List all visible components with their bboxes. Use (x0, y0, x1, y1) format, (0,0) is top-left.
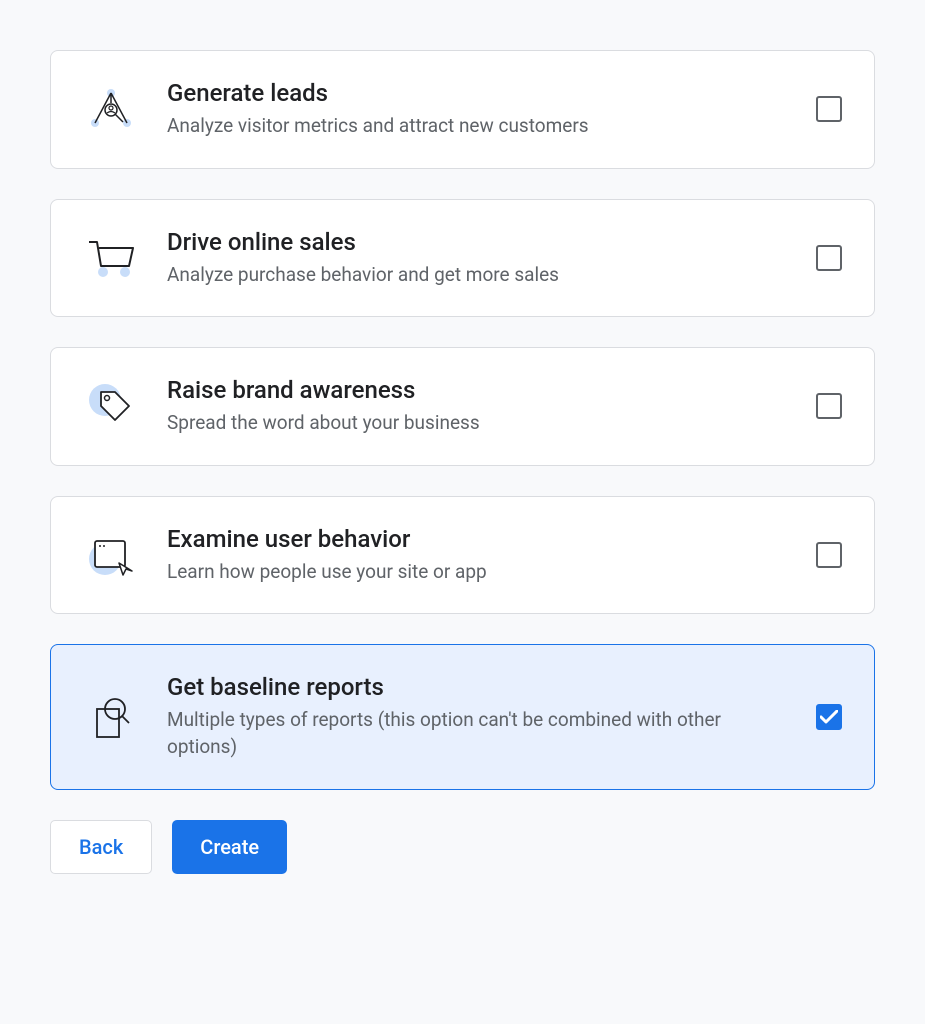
checkbox-get-baseline-reports[interactable] (816, 704, 842, 730)
option-card-drive-online-sales[interactable]: Drive online sales Analyze purchase beha… (50, 199, 875, 318)
card-title: Examine user behavior (167, 525, 788, 553)
card-title: Raise brand awareness (167, 376, 788, 404)
reports-icon (83, 689, 139, 745)
card-description: Analyze purchase behavior and get more s… (167, 262, 788, 289)
option-card-get-baseline-reports[interactable]: Get baseline reports Multiple types of r… (50, 644, 875, 789)
checkbox-examine-user-behavior[interactable] (816, 542, 842, 568)
card-content: Generate leads Analyze visitor metrics a… (167, 79, 788, 140)
option-card-raise-brand-awareness[interactable]: Raise brand awareness Spread the word ab… (50, 347, 875, 466)
card-content: Raise brand awareness Spread the word ab… (167, 376, 788, 437)
leads-icon (83, 81, 139, 137)
option-card-examine-user-behavior[interactable]: Examine user behavior Learn how people u… (50, 496, 875, 615)
behavior-icon (83, 527, 139, 583)
card-content: Drive online sales Analyze purchase beha… (167, 228, 788, 289)
card-description: Analyze visitor metrics and attract new … (167, 113, 788, 140)
checkbox-drive-online-sales[interactable] (816, 245, 842, 271)
card-title: Get baseline reports (167, 673, 788, 701)
checkbox-generate-leads[interactable] (816, 96, 842, 122)
card-description: Multiple types of reports (this option c… (167, 707, 788, 760)
card-title: Drive online sales (167, 228, 788, 256)
card-title: Generate leads (167, 79, 788, 107)
card-content: Get baseline reports Multiple types of r… (167, 673, 788, 760)
cart-icon (83, 230, 139, 286)
create-button[interactable]: Create (172, 820, 287, 874)
card-content: Examine user behavior Learn how people u… (167, 525, 788, 586)
option-card-generate-leads[interactable]: Generate leads Analyze visitor metrics a… (50, 50, 875, 169)
checkbox-raise-brand-awareness[interactable] (816, 393, 842, 419)
button-row: Back Create (50, 820, 875, 874)
card-description: Learn how people use your site or app (167, 559, 788, 586)
card-description: Spread the word about your business (167, 410, 788, 437)
back-button[interactable]: Back (50, 820, 152, 874)
tag-icon (83, 378, 139, 434)
